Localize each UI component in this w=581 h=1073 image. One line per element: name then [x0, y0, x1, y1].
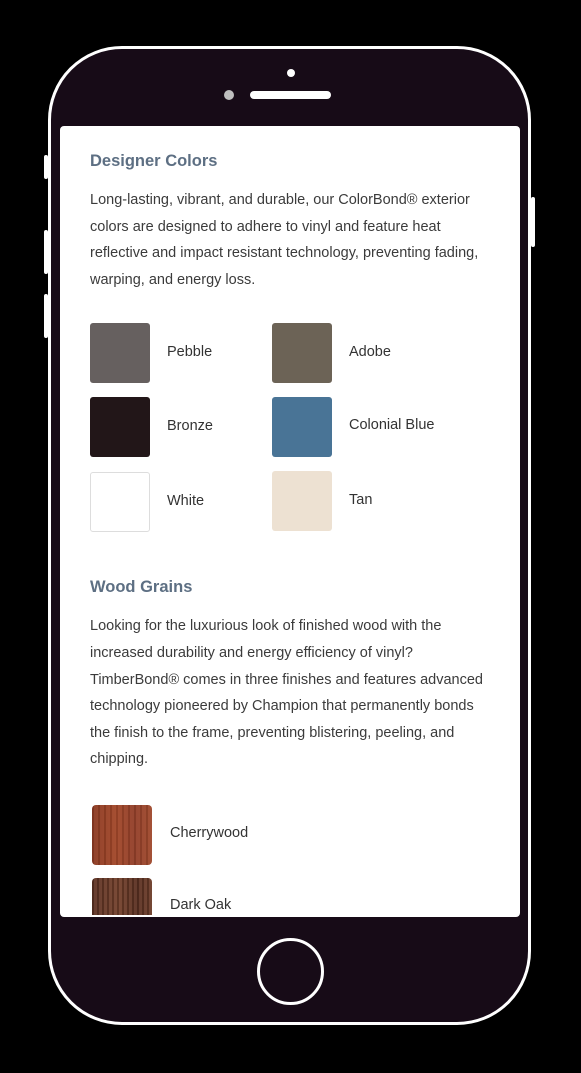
designer-colors-description: Long-lasting, vibrant, and durable, our … — [90, 192, 479, 288]
color-label: Adobe — [349, 344, 391, 361]
color-label: White — [167, 493, 205, 510]
wood-grains-list: Cherrywood Dark Oak — [90, 804, 500, 915]
color-label: Tan — [349, 492, 373, 509]
color-swatch[interactable] — [90, 323, 150, 384]
color-swatch[interactable] — [272, 471, 332, 532]
color-label: Pebble — [167, 344, 213, 361]
wood-grains-section: Wood Grains Looking for the luxurious lo… — [90, 576, 500, 915]
color-swatch[interactable] — [272, 323, 332, 384]
wood-label: Cherrywood — [170, 824, 249, 841]
page-content: Designer Colors Long-lasting, vibrant, a… — [90, 150, 500, 915]
color-label: Bronze — [167, 418, 213, 435]
power-button — [531, 197, 535, 247]
color-swatch[interactable] — [90, 472, 150, 533]
designer-colors-grid: Pebble Adobe Bronze Colonial Blue White — [90, 323, 500, 545]
designer-colors-title: Designer Colors — [90, 152, 218, 170]
wood-swatch[interactable] — [92, 804, 152, 865]
earpiece-speaker — [250, 91, 331, 99]
stage: Designer Colors Long-lasting, vibrant, a… — [0, 0, 581, 1073]
wood-grains-title: Wood Grains — [90, 578, 193, 597]
front-camera — [224, 90, 234, 100]
home-button[interactable] — [257, 938, 324, 1005]
wood-grains-description: Looking for the luxurious look of finish… — [90, 618, 484, 768]
wood-label: Dark Oak — [170, 896, 232, 913]
proximity-sensor — [287, 69, 295, 77]
color-swatch[interactable] — [272, 397, 332, 458]
color-label: Colonial Blue — [349, 417, 435, 434]
wood-swatch[interactable] — [92, 877, 152, 915]
color-swatch[interactable] — [90, 397, 150, 458]
phone-screen[interactable]: Designer Colors Long-lasting, vibrant, a… — [60, 126, 520, 917]
